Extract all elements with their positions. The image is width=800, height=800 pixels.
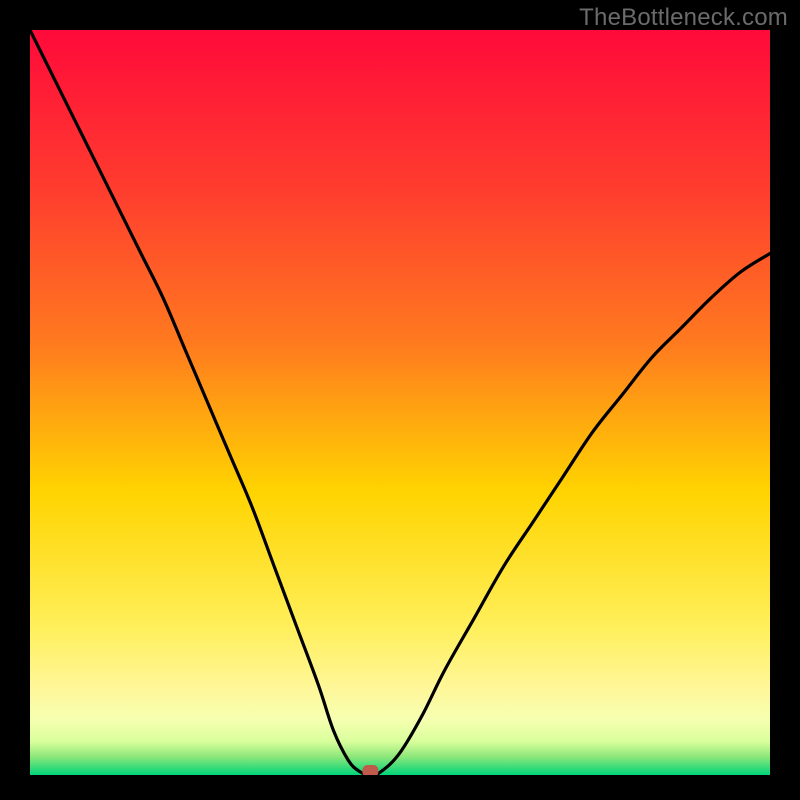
chart-frame: TheBottleneck.com (0, 0, 800, 800)
plot-area (30, 30, 770, 775)
plot-svg (30, 30, 770, 775)
bottleneck-marker (362, 765, 378, 775)
watermark-text: TheBottleneck.com (579, 4, 788, 32)
